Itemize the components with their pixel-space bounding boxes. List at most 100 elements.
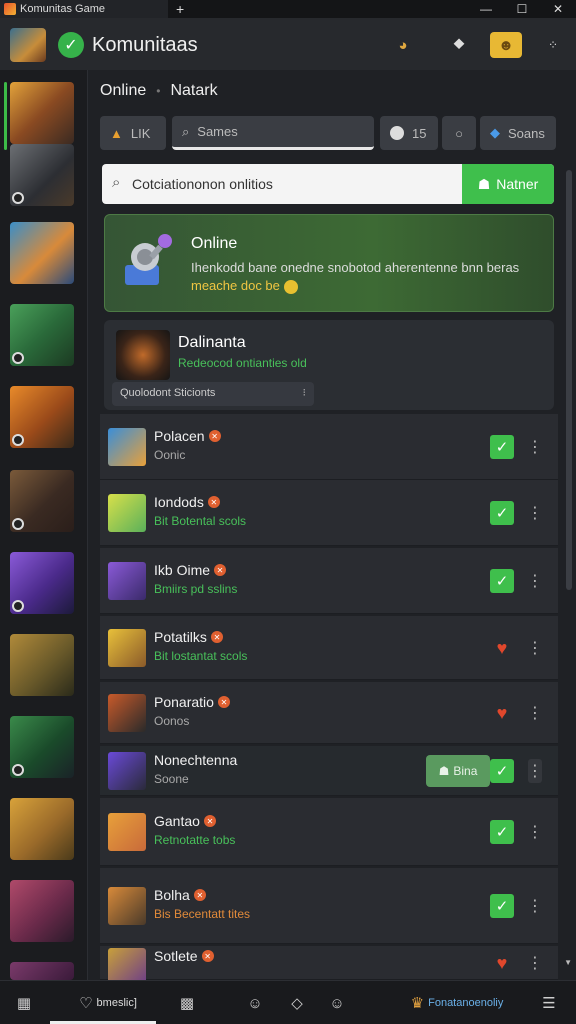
bookmark-icon[interactable]: ⯁ (446, 32, 472, 58)
friend-status: Bit Botental scols (154, 514, 247, 528)
breadcrumb-separator: • (156, 84, 161, 98)
sidebar-item-10[interactable] (10, 798, 74, 860)
status-badge (12, 192, 24, 204)
toolbar-button-count[interactable]: 15 (380, 116, 438, 150)
friend-avatar[interactable] (108, 629, 146, 667)
friend-row[interactable]: Potatilks ✕ Bit lostantat scols ♥ ⋮ (100, 616, 558, 680)
maximize-button[interactable]: ☐ (504, 0, 540, 18)
accept-check-icon[interactable]: ✓ (490, 569, 514, 593)
toolbar-button-label: Sames (197, 124, 238, 139)
sidebar-item-2[interactable] (10, 144, 74, 206)
friend-row[interactable]: Iondods ✕ Bit Botental scols ✓ ⋮ (100, 480, 558, 546)
user-avatar[interactable] (10, 28, 46, 62)
more-options-icon[interactable]: ⋮ (527, 501, 543, 525)
flame-badge-icon: ✕ (208, 430, 221, 442)
emote-icon[interactable]: ☺ (324, 991, 350, 1015)
more-options-icon[interactable]: ⋮ (527, 951, 543, 975)
friend-avatar[interactable] (108, 694, 146, 732)
more-options-icon[interactable]: ⋮ (527, 820, 543, 844)
mascot-icon[interactable]: ◕ (390, 32, 416, 58)
toolbar-search-button[interactable]: ○ (442, 116, 476, 150)
banner-highlight[interactable]: meache doc be (191, 278, 280, 293)
diamond-icon[interactable]: ◇ (284, 991, 310, 1015)
profile-name: Dalinanta (178, 334, 246, 351)
friend-row[interactable]: Ponaratio ✕ Oonos ♥ ⋮ (100, 682, 558, 744)
friend-avatar[interactable] (108, 887, 146, 925)
status-badge (12, 352, 24, 364)
breadcrumb-natark[interactable]: Natark (170, 82, 217, 100)
toolbar-button-soans[interactable]: ◆ Soans (480, 116, 556, 150)
more-options-icon[interactable]: ⋮ (527, 569, 543, 593)
accept-check-icon[interactable]: ✓ (490, 759, 514, 783)
image-icon[interactable]: ▩ (174, 991, 200, 1015)
dropdown-value: Quolodont Sticionts (120, 387, 216, 399)
flame-badge-icon: ✕ (214, 564, 227, 576)
accept-check-icon[interactable]: ✓ (490, 894, 514, 918)
sidebar-item-12[interactable] (10, 962, 74, 980)
toolbar-button-sames[interactable]: ⌕ Sames (172, 116, 374, 150)
friend-name-text: Bolha (154, 887, 190, 903)
breadcrumb-online[interactable]: Online (100, 82, 146, 100)
new-tab-button[interactable]: + (176, 1, 184, 17)
toolbar-button-lik[interactable]: ▲ LIK (100, 116, 166, 150)
online-banner[interactable]: Online Ihenkodd bane onedne snobotod ahe… (104, 214, 554, 312)
menu-icon[interactable]: ▦ (10, 991, 38, 1015)
friend-avatar[interactable] (108, 562, 146, 600)
heart-icon[interactable]: ♥ (490, 636, 514, 660)
friend-name-text: Ikb Oime (154, 562, 211, 578)
flame-badge-icon: ✕ (203, 815, 216, 827)
friend-name: Ikb Oime ✕ (154, 562, 227, 578)
list-icon[interactable]: ☰ (536, 991, 562, 1015)
friend-avatar[interactable] (108, 813, 146, 851)
sidebar-item-8[interactable] (10, 634, 74, 696)
bottom-tab-notifications[interactable]: ♛ Fonatanoenoliy (392, 991, 522, 1015)
magnifier-icon: ○ (455, 125, 463, 141)
invite-pill-button[interactable]: ☗ Bina (426, 755, 490, 787)
search-input[interactable] (132, 172, 452, 196)
scrollbar-thumb[interactable] (566, 170, 572, 590)
emoji-icon[interactable]: ☻ (490, 32, 522, 58)
friend-row[interactable]: Sotlete ✕ ♥ ⋮ (100, 946, 558, 986)
friend-avatar[interactable] (108, 428, 146, 466)
more-options-icon[interactable]: ⋮ (527, 894, 543, 918)
smiley-icon[interactable]: ☺ (242, 991, 268, 1015)
sidebar-item-9[interactable] (10, 716, 74, 778)
close-button[interactable]: ✕ (540, 0, 576, 18)
friend-avatar[interactable] (108, 752, 146, 790)
more-options-icon[interactable]: ⋮ (527, 701, 543, 725)
more-options-icon[interactable]: ⋮ (527, 759, 543, 783)
accept-check-icon[interactable]: ✓ (490, 820, 514, 844)
heart-icon[interactable]: ♥ (490, 951, 514, 975)
profile-dropdown[interactable]: Quolodont Sticionts ⁝ (112, 382, 314, 406)
sidebar-item-6[interactable] (10, 470, 74, 532)
friend-row[interactable]: Polacen ✕ Oonic ✓ ⋮ (100, 414, 558, 480)
heart-icon[interactable]: ♥ (490, 701, 514, 725)
scroll-down-arrow-icon[interactable]: ▼ (564, 958, 572, 967)
sidebar-item-7[interactable] (10, 552, 74, 614)
browser-tab[interactable]: Komunitas Game (0, 0, 168, 18)
friend-row[interactable]: Gantao ✕ Retnotatte tobs ✓ ⋮ (100, 798, 558, 866)
app-header: ✓ Komunitaas ◕ ⯁ ☻ ⁘ (0, 18, 576, 70)
friend-row[interactable]: Nonechtenna Soone ☗ Bina ✓ ⋮ (100, 746, 558, 796)
friend-row[interactable]: Bolha ✕ Bis Becentatt tites ✓ ⋮ (100, 868, 558, 944)
more-options-icon[interactable]: ⋮ (527, 636, 543, 660)
friend-row[interactable]: Ikb Oime ✕ Bmiirs pd sslins ✓ ⋮ (100, 548, 558, 614)
minimize-button[interactable]: — (468, 0, 504, 18)
friend-name: Potatilks ✕ (154, 629, 223, 645)
friend-avatar[interactable] (108, 494, 146, 532)
more-options-icon[interactable]: ⋮ (527, 435, 543, 459)
main-panel: Online • Natark ▲ LIK ⌕ Sames 15 ○ ◆ Soa… (88, 70, 576, 986)
coin-icon (283, 279, 298, 294)
bottom-tab-1[interactable]: ♡ bmeslic] (60, 991, 156, 1015)
accept-check-icon[interactable]: ✓ (490, 435, 514, 459)
sidebar-item-1[interactable] (10, 82, 74, 144)
friend-name: Gantao ✕ (154, 813, 216, 829)
accept-check-icon[interactable]: ✓ (490, 501, 514, 525)
sidebar-item-3[interactable] (10, 222, 74, 284)
grid-menu-icon[interactable]: ⁘ (540, 32, 566, 58)
search-submit-button[interactable]: ☗ Natner (462, 164, 554, 204)
sidebar-item-4[interactable] (10, 304, 74, 366)
sidebar-item-5[interactable] (10, 386, 74, 448)
sidebar-item-11[interactable] (10, 880, 74, 942)
profile-avatar[interactable] (116, 330, 170, 380)
